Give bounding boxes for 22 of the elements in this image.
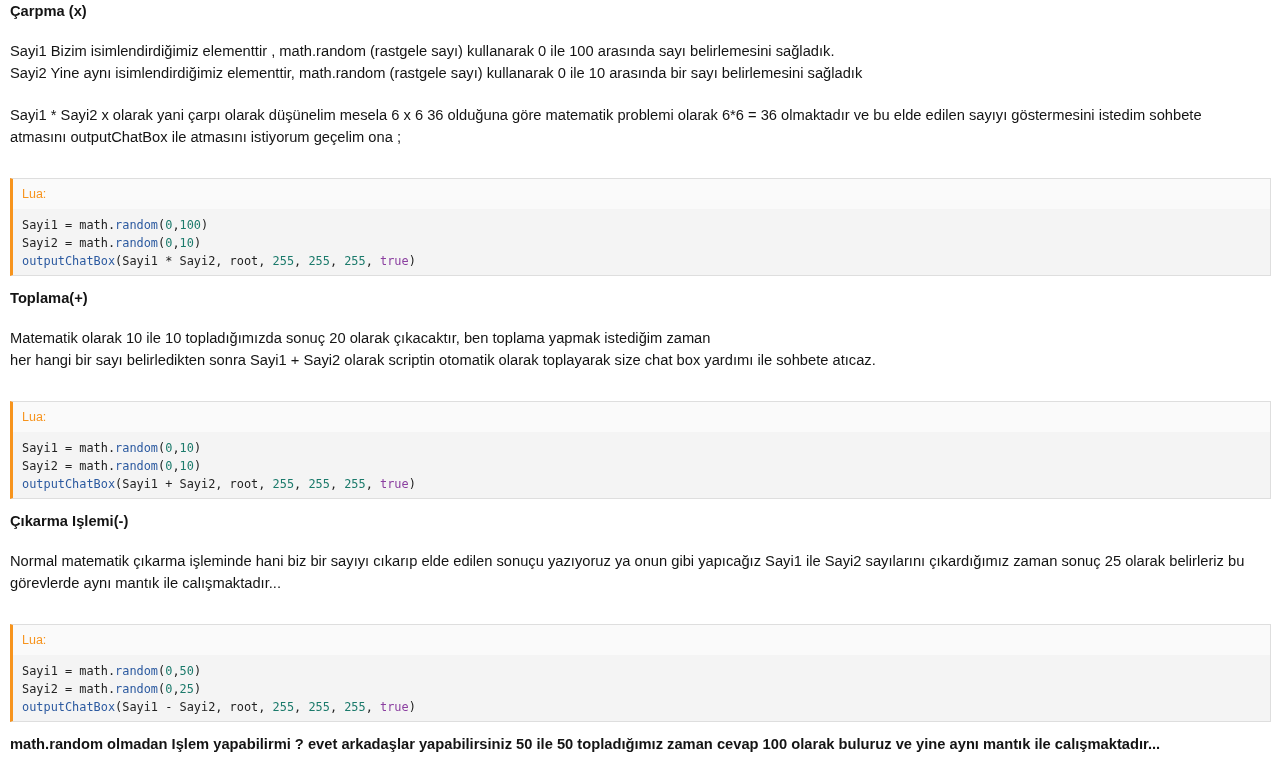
section-heading: Çarpma (x) bbox=[10, 2, 88, 21]
section-heading: math.random olmadan Işlem yapabilirmi ? evet arkadaşlar yapabilirsiniz 50 ile 50 topladığımız zaman cevap 100 olarak buluruz ve yine aynı mantık ile calışmaktadır... bbox=[10, 735, 1162, 754]
code-line: outputChatBox(Sayi1 - Sayi2, root, 255, 255, 255, true) bbox=[22, 699, 417, 716]
code-line: Sayi2 = math.random(0,25) bbox=[22, 681, 203, 698]
paragraph-text: Normal matematik çıkarma işleminde hani biz bir sayıyı cıkarıp elde edilen sonuçu yazıyoruz ya onun gibi yapıcağız Sayi1 ile Sayi2 sayılarını çıkardığımız zaman sonuç 25 olarak belirleriz bu görevlerde aynı mantık ile calışmaktadır... bbox=[10, 552, 1246, 593]
code-line: Sayi1 = math.random(0,10) bbox=[22, 440, 203, 457]
paragraph-text: Sayi1 * Sayi2 x olarak yani çarpı olarak düşünelim mesela 6 x 6 36 olduğuna göre matematik problemi olarak 6*6 = 36 olmaktadır ve bu elde edilen sayıyı göstermesini istedim sohbete atmasını outputChatBox ile atmasını istiyorum geçelim ona ; bbox=[10, 106, 1203, 147]
paragraph-text: Sayi2 Yine aynı isimlendirdiğimiz elementtir, math.random (rastgele sayı) kullanarak 0 ile 10 arasında bir sayı belirlemesini sağladık bbox=[10, 64, 864, 83]
paragraph-text: her hangi bir sayı belirledikten sonra Sayi1 + Sayi2 olarak scriptin otomatik olarak toplayarak size chat box yardımı ile sohbete atıcaz. bbox=[10, 351, 877, 370]
section-heading: Toplama(+) bbox=[10, 289, 89, 308]
code-line: outputChatBox(Sayi1 + Sayi2, root, 255, 255, 255, true) bbox=[22, 476, 417, 493]
code-line: Sayi1 = math.random(0,100) bbox=[22, 217, 210, 234]
code-language-label: Lua: bbox=[13, 179, 1270, 209]
paragraph-text: Sayi1 Bizim isimlendirdiğimiz elementtir , math.random (rastgele sayı) kullanarak 0 ile 100 arasında sayı belirlemesini sağladık. bbox=[10, 42, 836, 61]
code-language-label: Lua: bbox=[13, 625, 1270, 655]
code-line: outputChatBox(Sayi1 * Sayi2, root, 255, 255, 255, true) bbox=[22, 253, 417, 270]
code-line: Sayi2 = math.random(0,10) bbox=[22, 458, 203, 475]
code-line: Sayi2 = math.random(0,10) bbox=[22, 235, 203, 252]
section-heading: Çıkarma Işlemi(-) bbox=[10, 512, 130, 531]
code-language-label: Lua: bbox=[13, 402, 1270, 432]
code-line: Sayi1 = math.random(0,50) bbox=[22, 663, 203, 680]
paragraph-text: Matematik olarak 10 ile 10 topladığımızda sonuç 20 olarak çıkacaktır, ben toplama yapmak istediğim zaman bbox=[10, 329, 712, 348]
